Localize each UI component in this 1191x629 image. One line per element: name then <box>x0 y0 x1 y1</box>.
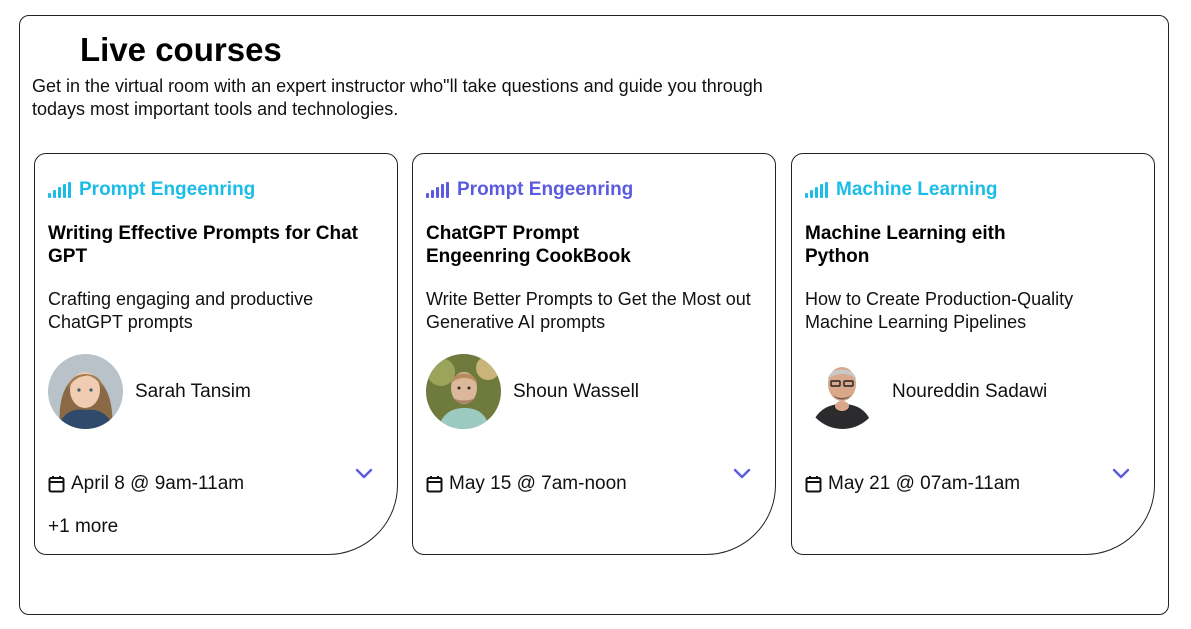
course-card[interactable]: Prompt Engeenring ChatGPT Prompt Engeenr… <box>412 153 776 555</box>
page-subtitle: Get in the virtual room with an expert i… <box>32 76 763 119</box>
course-category-row: Prompt Engeenring <box>48 178 255 202</box>
instructor-name: Sarah Tansim <box>135 381 251 402</box>
course-title: Machine Learning eith Python <box>805 223 1006 267</box>
course-card[interactable]: Prompt Engeenring Writing Effective Prom… <box>34 153 398 555</box>
course-title: Writing Effective Prompts for Chat GPT <box>48 223 359 267</box>
chevron-down-icon[interactable] <box>355 468 373 480</box>
course-description: Crafting engaging and productive ChatGPT… <box>48 289 314 332</box>
signal-bars-icon <box>48 182 71 198</box>
calendar-icon <box>426 476 443 493</box>
course-category: Prompt Engeenring <box>457 179 634 200</box>
course-date: April 8 @ 9am-11am <box>71 473 245 494</box>
course-date-row: April 8 @ 9am-11am <box>48 472 244 496</box>
course-category: Machine Learning <box>836 179 998 200</box>
instructor-name: Shoun Wassell <box>513 381 640 402</box>
signal-bars-icon <box>426 182 449 198</box>
course-category-row: Prompt Engeenring <box>426 178 633 202</box>
course-category-row: Machine Learning <box>805 178 998 202</box>
calendar-icon <box>805 476 822 493</box>
instructor-name: Noureddin Sadawi <box>892 381 1048 402</box>
course-date: May 21 @ 07am-11am <box>828 473 1021 494</box>
avatar <box>426 354 501 429</box>
course-date: May 15 @ 7am-noon <box>449 473 627 494</box>
course-date-row: May 15 @ 7am-noon <box>426 472 627 496</box>
avatar <box>48 354 123 429</box>
page-title: Live courses <box>80 31 282 68</box>
course-card[interactable]: Machine Learning Machine Learning eith P… <box>791 153 1155 555</box>
course-description: Write Better Prompts to Get the Most out… <box>426 289 751 332</box>
more-dates-link[interactable]: +1 more <box>48 515 118 539</box>
chevron-down-icon[interactable] <box>733 468 751 480</box>
live-courses-panel: Live courses Get in the virtual room wit… <box>19 15 1169 615</box>
course-date-row: May 21 @ 07am-11am <box>805 472 1020 496</box>
signal-bars-icon <box>805 182 828 198</box>
calendar-icon <box>48 476 65 493</box>
course-description: How to Create Production-Quality Machine… <box>805 289 1074 332</box>
course-title: ChatGPT Prompt Engeenring CookBook <box>426 223 631 267</box>
course-category: Prompt Engeenring <box>79 179 256 200</box>
chevron-down-icon[interactable] <box>1112 468 1130 480</box>
avatar <box>805 354 880 429</box>
